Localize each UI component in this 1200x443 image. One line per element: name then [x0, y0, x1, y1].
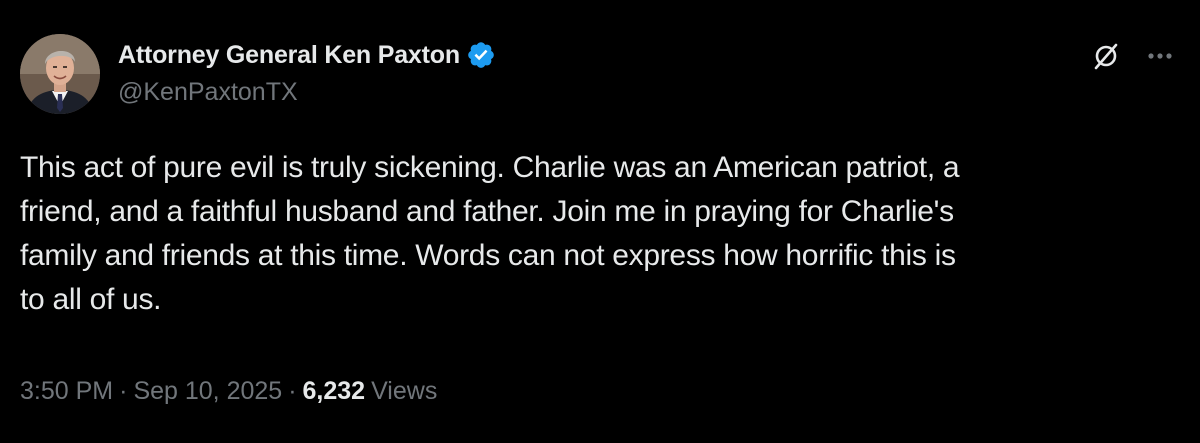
tweet-time[interactable]: 3:50 PM [20, 377, 113, 406]
author-name-row: Attorney General Ken Paxton [118, 38, 496, 72]
views-label: Views [371, 377, 438, 405]
grok-button[interactable] [1086, 36, 1126, 76]
author-handle[interactable]: @KenPaxtonTX [118, 78, 298, 107]
more-options-button[interactable] [1140, 36, 1180, 76]
tweet-text: This act of pure evil is truly sickening… [20, 151, 960, 316]
tweet-metadata: 3:50 PM · Sep 10, 2025 · 6,232 Views [20, 377, 437, 406]
views-count: 6,232 [302, 377, 366, 405]
meta-separator: · [288, 377, 297, 405]
avatar[interactable] [20, 34, 100, 114]
verified-badge-icon[interactable] [466, 40, 496, 70]
grok-icon [1094, 43, 1118, 70]
tweet-detail: Attorney General Ken Paxton @KenPaxtonTX… [0, 0, 1200, 443]
author-display-name[interactable]: Attorney General Ken Paxton [118, 41, 460, 70]
meta-separator: · [119, 377, 128, 405]
tweet-date[interactable]: Sep 10, 2025 [133, 377, 282, 406]
more-options-icon [1148, 53, 1172, 59]
avatar-image [20, 34, 100, 114]
